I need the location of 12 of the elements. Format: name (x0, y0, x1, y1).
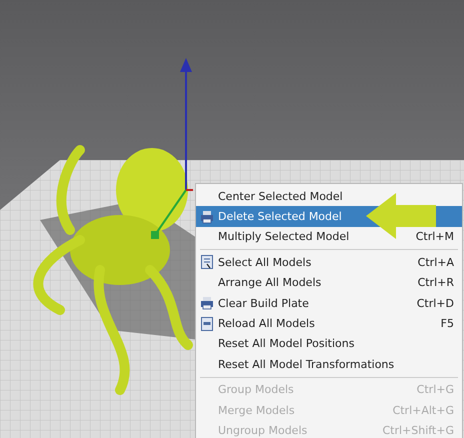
menu-item[interactable]: Reset All Model Positions (196, 334, 462, 354)
menu-item[interactable]: Select All Models Ctrl+A (196, 252, 462, 273)
menu-item[interactable]: Reload All Models F5 (196, 313, 462, 334)
printer-icon (200, 210, 214, 224)
menu-item[interactable]: Arrange All Models Ctrl+R (196, 272, 462, 293)
printer-icon (200, 296, 214, 310)
menu-item[interactable]: Center Selected Model (196, 186, 462, 206)
document-icon (200, 255, 214, 270)
menu-item[interactable]: Multiply Selected Model Ctrl+M (196, 226, 462, 248)
document-icon (200, 316, 214, 331)
menu-item[interactable]: Reset All Model Transformations (196, 354, 462, 375)
menu-item[interactable]: Clear Build Plate Ctrl+D (196, 292, 462, 314)
